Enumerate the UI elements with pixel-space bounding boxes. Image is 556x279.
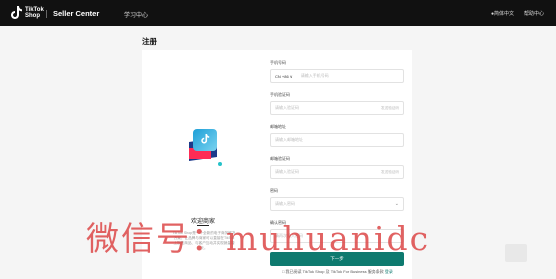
register-card: 欢迎商家 TikTok Shop是一个全新的电子商务解决方案，让品牌与商家可以直… xyxy=(142,50,412,279)
phone-code-placeholder: 请输入验证码 xyxy=(275,105,299,110)
email-placeholder: 请输入邮箱地址 xyxy=(275,137,303,142)
header-divider xyxy=(46,10,47,18)
header-right-nav: ●简体中文 帮助中心 xyxy=(491,10,544,17)
learning-center-link[interactable]: 学习中心 xyxy=(124,10,148,19)
email-label: 邮箱地址 xyxy=(270,124,286,129)
tiktok-note-icon xyxy=(11,6,22,19)
help-center-link[interactable]: 帮助中心 xyxy=(524,10,544,17)
help-label: 帮助中心 xyxy=(523,11,544,17)
seller-center-title[interactable]: Seller Center xyxy=(53,9,99,18)
email-code-input[interactable]: 请输入验证码 发送验证码 xyxy=(270,165,404,179)
submit-button[interactable]: 下一步 xyxy=(270,252,404,266)
welcome-underline xyxy=(197,225,209,226)
floating-help-tab[interactable] xyxy=(505,244,527,262)
phone-label: 手机号码 xyxy=(270,60,286,65)
welcome-description: TikTok Shop是一个全新的电子商务解决方案，让品牌与商家可以直接在Tik… xyxy=(172,231,236,250)
country-code-select[interactable]: CN +86 ∨ xyxy=(275,74,293,79)
tiktok-shop-logo[interactable]: TikTok Shop xyxy=(11,6,44,19)
language-label: ●简体中文 xyxy=(490,11,514,17)
password-input[interactable]: 请输入密码 ⌄ xyxy=(270,197,404,211)
confirm-password-label: 确认密码 xyxy=(270,220,286,225)
terms-agreement[interactable]: □ 我已阅读 TikTok Shop 及 TikTok For Business… xyxy=(282,269,393,275)
phone-input[interactable]: CN +86 ∨ 请输入手机号码 xyxy=(270,69,404,83)
email-code-placeholder: 请输入验证码 xyxy=(275,169,299,174)
welcome-heading: 欢迎商家 xyxy=(190,219,215,225)
email-input[interactable]: 请输入邮箱地址 xyxy=(270,133,404,147)
phone-placeholder: 请输入手机号码 xyxy=(300,73,329,78)
password-label: 密码 xyxy=(270,188,278,193)
send-email-code-button[interactable]: 发送验证码 xyxy=(381,170,399,175)
eye-toggle-icon[interactable]: ⌄ xyxy=(395,201,399,207)
top-navigation-bar: TikTok Shop Seller Center 学习中心 ●简体中文 帮助中… xyxy=(0,0,556,26)
brand-line-2: Shop xyxy=(25,12,40,19)
language-selector[interactable]: ●简体中文 xyxy=(491,10,514,17)
tiktok-note-icon xyxy=(201,134,210,144)
send-phone-code-button[interactable]: 发送验证码 xyxy=(381,106,399,111)
decorative-dot xyxy=(218,162,222,166)
phone-code-input[interactable]: 请输入验证码 发送验证码 xyxy=(270,101,404,115)
email-code-label: 邮箱验证码 xyxy=(270,156,290,161)
password-placeholder: 请输入密码 xyxy=(275,201,295,206)
page-title: 注册 xyxy=(142,37,157,46)
brand-text: TikTok Shop xyxy=(25,7,44,19)
confirm-password-input[interactable]: 请再次输入密码 xyxy=(270,229,404,243)
phone-code-label: 手机验证码 xyxy=(270,92,290,97)
login-link[interactable]: 登录 xyxy=(385,269,393,274)
welcome-panel: 欢迎商家 TikTok Shop是一个全新的电子商务解决方案，让品牌与商家可以直… xyxy=(142,50,264,279)
confirm-password-placeholder: 请再次输入密码 xyxy=(275,233,303,238)
terms-text: □ 我已阅读 TikTok Shop 及 TikTok For Business… xyxy=(282,269,384,274)
brand-line-1: TikTok xyxy=(25,6,44,13)
tiktok-app-icon xyxy=(193,129,217,151)
